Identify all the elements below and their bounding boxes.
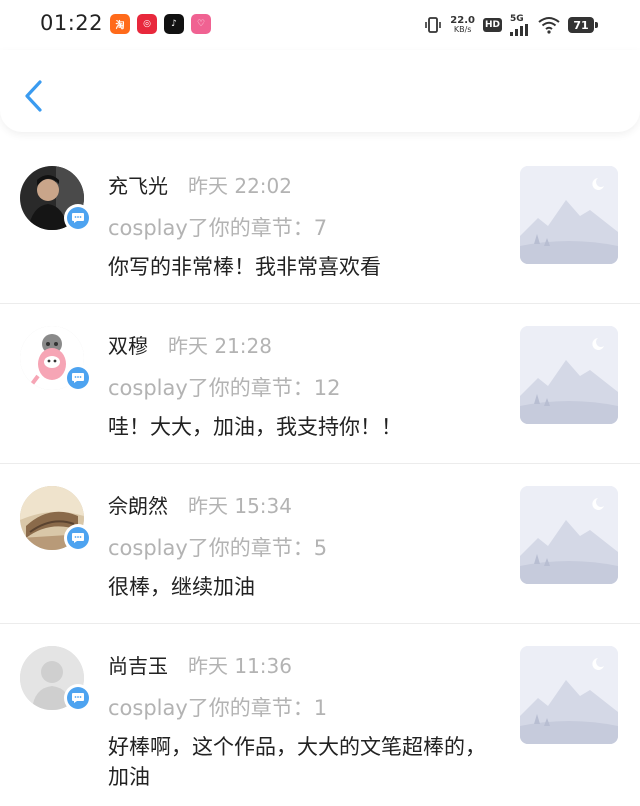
hd-badge: HD [482, 18, 502, 32]
taobao-app-icon: 淘 [110, 14, 130, 34]
chapter-thumbnail[interactable] [520, 646, 618, 744]
mountain-placeholder-image [520, 486, 618, 584]
comment-badge [64, 204, 92, 232]
comment-text: 你写的非常棒！我非常喜欢看 [108, 255, 381, 279]
comment-chapter-ref: cosplay了你的章节：1 [108, 696, 328, 720]
comment-item[interactable]: 充飞光 昨天 22:02 cosplay了你的章节：7 你写的非常棒！我非常喜欢… [0, 144, 640, 304]
avatar-container[interactable] [20, 166, 92, 232]
comment-item[interactable]: 佘朗然 昨天 15:34 cosplay了你的章节：5 很棒，继续加油 [0, 464, 640, 624]
wifi-icon [538, 17, 560, 34]
status-bar: 01:22 淘 ◎ ♪ ♡ 22.0 KB/s HD 5G 71 [0, 0, 640, 50]
comment-timestamp: 昨天 22:02 [188, 174, 292, 198]
status-right-icons: 22.0 KB/s HD 5G 71 [424, 13, 598, 37]
mountain-placeholder-image [520, 326, 618, 424]
avatar-container[interactable] [20, 646, 92, 712]
tiktok-app-icon: ♪ [164, 14, 184, 34]
vibrate-icon [425, 17, 442, 33]
comment-timestamp: 昨天 15:34 [188, 494, 292, 518]
chevron-left-icon [25, 80, 42, 112]
comment-username[interactable]: 佘朗然 [108, 490, 168, 519]
comment-username[interactable]: 双穆 [108, 330, 148, 359]
notification-app-icons: 淘 ◎ ♪ ♡ [110, 14, 211, 34]
comment-timestamp: 昨天 11:36 [188, 654, 292, 678]
comment-meta: 佘朗然 昨天 15:34 [108, 490, 292, 519]
comment-text: 好棒啊，这个作品，大大的文笔超棒的，加油 [108, 735, 486, 789]
chat-bubble-icon [72, 533, 84, 543]
comment-meta: 尚吉玉 昨天 11:36 [108, 650, 292, 679]
comment-feed: 充飞光 昨天 22:02 cosplay了你的章节：7 你写的非常棒！我非常喜欢… [0, 132, 640, 804]
chapter-thumbnail[interactable] [520, 166, 618, 264]
app-icon-red: ◎ [137, 14, 157, 34]
chat-bubble-icon [72, 693, 84, 703]
signal-type-label: 5G [510, 13, 524, 24]
chapter-thumbnail[interactable] [520, 326, 618, 424]
comment-chapter-ref: cosplay了你的章节：12 [108, 376, 341, 400]
comment-username[interactable]: 尚吉玉 [108, 650, 168, 679]
comment-text: 很棒，继续加油 [108, 575, 255, 599]
comment-badge [64, 364, 92, 392]
comment-meta: 充飞光 昨天 22:02 [108, 170, 292, 199]
comment-chapter-ref: cosplay了你的章节：7 [108, 216, 328, 240]
back-button[interactable] [18, 76, 50, 116]
signal-bars-icon [510, 23, 528, 36]
avatar-container[interactable] [20, 486, 92, 552]
comment-badge [64, 684, 92, 712]
network-speed-value: 22.0 [450, 15, 475, 26]
comment-chapter-ref: cosplay了你的章节：5 [108, 536, 328, 560]
mountain-placeholder-image [520, 166, 618, 264]
comment-meta: 双穆 昨天 21:28 [108, 330, 272, 359]
cell-signal: 5G [510, 13, 530, 36]
top-nav-bar [0, 50, 640, 132]
battery-level: 71 [573, 18, 589, 32]
battery-icon: 71 [568, 17, 598, 33]
status-time: 01:22 [40, 11, 104, 35]
chat-bubble-icon [72, 373, 84, 383]
comment-badge [64, 524, 92, 552]
app-icon-pink: ♡ [191, 14, 211, 34]
comment-item[interactable]: 尚吉玉 昨天 11:36 cosplay了你的章节：1 好棒啊，这个作品，大大的… [0, 624, 640, 804]
comment-text: 哇！大大，加油，我支持你！！ [108, 415, 402, 439]
network-speed-unit: KB/s [453, 25, 472, 34]
chat-bubble-icon [72, 213, 84, 223]
avatar-container[interactable] [20, 326, 92, 392]
comment-timestamp: 昨天 21:28 [168, 334, 272, 358]
mountain-placeholder-image [520, 646, 618, 744]
comment-username[interactable]: 充飞光 [108, 170, 168, 199]
comment-item[interactable]: 双穆 昨天 21:28 cosplay了你的章节：12 哇！大大，加油，我支持你… [0, 304, 640, 464]
network-speed: 22.0 KB/s [450, 15, 475, 35]
chapter-thumbnail[interactable] [520, 486, 618, 584]
